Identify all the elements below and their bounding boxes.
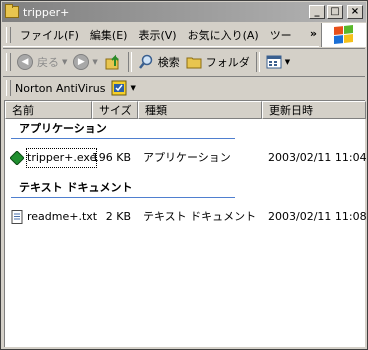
toolbar-grip[interactable] [6, 53, 11, 71]
file-modified: 2003/02/11 11:04 [268, 151, 367, 164]
explorer-window: tripper+ _ □ × ファイル(F) 編集(E) 表示(V) お気に入り… [0, 0, 368, 350]
views-icon [266, 55, 282, 69]
list-item[interactable]: readme+.txt 2 KB テキスト ドキュメント 2003/02/11 … [5, 208, 367, 226]
forward-arrow-icon: ▶ [73, 54, 90, 70]
group-divider [11, 138, 235, 139]
file-type: テキスト ドキュメント [143, 210, 257, 223]
up-folder-button[interactable] [101, 51, 125, 73]
group-header-text-documents[interactable]: テキスト ドキュメント [5, 180, 133, 196]
menu-overflow-chevron[interactable]: » [310, 27, 317, 40]
norton-toolbar-grip[interactable] [6, 80, 11, 96]
norton-antivirus-icon [111, 80, 127, 96]
views-dropdown-icon[interactable]: ▼ [285, 58, 290, 66]
norton-button[interactable]: ▼ [111, 77, 136, 99]
folders-icon [186, 57, 202, 69]
norton-label: Norton AntiVirus [15, 81, 106, 95]
file-list-view[interactable]: 名前 サイズ 種類 更新日時 アプリケーション tripper+.exe 196… [4, 100, 367, 347]
menu-tools[interactable]: ツー [265, 27, 298, 43]
back-label: 戻る [37, 56, 59, 69]
group-header-applications[interactable]: アプリケーション [5, 121, 107, 137]
folders-label: フォルダ [205, 56, 250, 69]
standard-toolbar: ◀ 戻る ▼ ▶ ▼ 検索 フォルダ ▼ [3, 48, 365, 75]
search-icon [138, 54, 153, 69]
file-size: 196 KB [91, 151, 131, 164]
search-label: 検索 [157, 56, 180, 69]
windows-logo [321, 23, 366, 47]
column-headers: 名前 サイズ 種類 更新日時 [5, 101, 366, 119]
up-folder-icon [105, 54, 119, 70]
folder-icon [5, 4, 19, 18]
toolbar-separator [255, 52, 260, 72]
windows-flag-icon [334, 25, 354, 45]
window-title: tripper+ [23, 5, 70, 19]
file-modified: 2003/02/11 11:08 [268, 210, 367, 223]
norton-dropdown-icon[interactable]: ▼ [130, 84, 135, 92]
back-arrow-icon: ◀ [17, 54, 33, 70]
folders-button[interactable]: フォルダ [183, 51, 253, 73]
norton-toolbar: Norton AntiVirus ▼ [3, 76, 365, 99]
back-button[interactable]: ◀ 戻る ▼ [14, 51, 70, 73]
menu-view[interactable]: 表示(V) [133, 27, 182, 43]
maximize-button[interactable]: □ [327, 5, 343, 19]
menu-favorites[interactable]: お気に入り(A) [183, 27, 265, 43]
forward-dropdown-icon[interactable]: ▼ [92, 58, 97, 66]
menubar-grip[interactable] [6, 27, 11, 43]
close-button[interactable]: × [347, 5, 363, 19]
title-bar[interactable]: tripper+ _ □ × [2, 2, 366, 22]
menu-file[interactable]: ファイル(F) [15, 27, 85, 43]
group-divider [11, 197, 235, 198]
list-item[interactable]: tripper+.exe 196 KB アプリケーション 2003/02/11 … [5, 148, 367, 168]
back-dropdown-icon[interactable]: ▼ [62, 58, 67, 66]
file-type: アプリケーション [143, 151, 231, 164]
column-header-name[interactable]: 名前 [5, 101, 92, 119]
column-header-type[interactable]: 種類 [138, 101, 262, 119]
toolbar-separator [127, 52, 132, 72]
column-header-size[interactable]: サイズ [92, 101, 138, 119]
minimize-button[interactable]: _ [309, 5, 325, 19]
menu-bar: ファイル(F) 編集(E) 表示(V) お気に入り(A) ツー » [3, 24, 319, 47]
views-button[interactable]: ▼ [263, 51, 293, 73]
window-controls: _ □ × [309, 5, 363, 19]
file-size: 2 KB [105, 210, 131, 223]
column-header-modified[interactable]: 更新日時 [262, 101, 366, 119]
forward-button[interactable]: ▶ ▼ [70, 51, 100, 73]
menu-edit[interactable]: 編集(E) [85, 27, 134, 43]
search-button[interactable]: 検索 [135, 51, 183, 73]
